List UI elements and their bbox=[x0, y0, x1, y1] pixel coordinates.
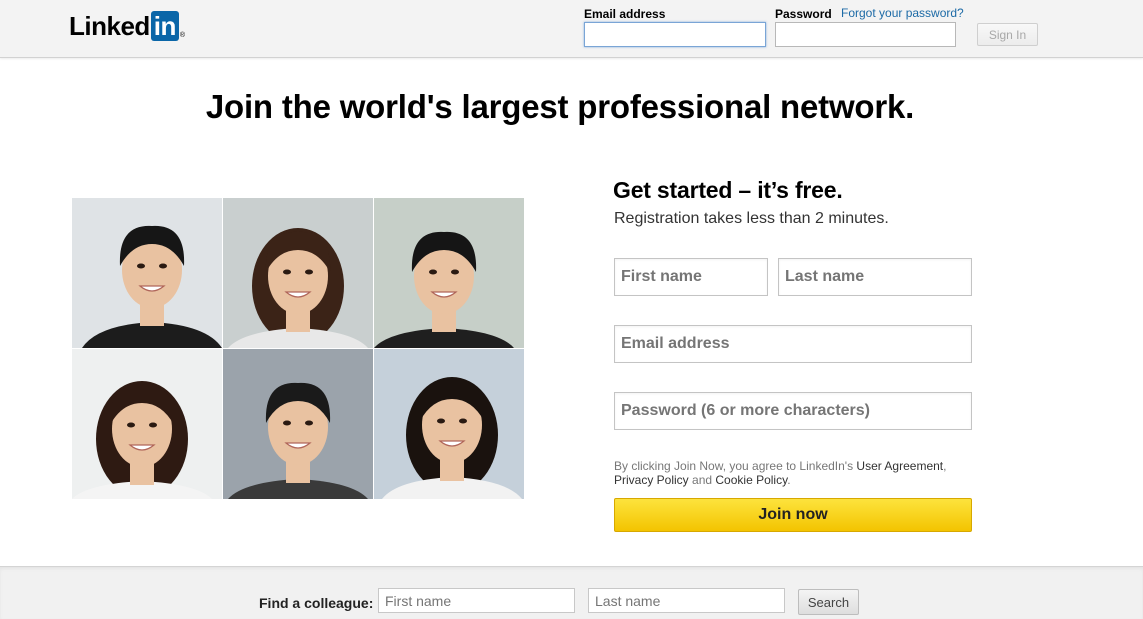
top-header-bar: Linked in ® Email address Password Forgo… bbox=[0, 0, 1143, 58]
photo-man-smiling-dark-shirt bbox=[72, 198, 222, 348]
terms-comma: , bbox=[943, 459, 947, 473]
page-headline: Join the world's largest professional ne… bbox=[205, 88, 915, 125]
colleague-first-name-input[interactable] bbox=[378, 588, 575, 613]
first-name-input[interactable] bbox=[614, 258, 768, 296]
logo-wordmark: Linked bbox=[69, 11, 150, 41]
last-name-input[interactable] bbox=[778, 258, 972, 296]
photo-young-man-scarf bbox=[223, 349, 373, 499]
terms-prefix: By clicking Join Now, you agree to Linke… bbox=[614, 459, 857, 473]
colleague-last-name-input[interactable] bbox=[588, 588, 785, 613]
colleague-search-button[interactable]: Search bbox=[798, 589, 859, 615]
email-input[interactable] bbox=[614, 325, 972, 363]
user-agreement-link[interactable]: User Agreement bbox=[856, 459, 943, 473]
registration-subtitle: Registration takes less than 2 minutes. bbox=[614, 210, 889, 227]
linkedin-logo[interactable]: Linked in ® bbox=[69, 11, 185, 41]
sign-in-button[interactable]: Sign In bbox=[977, 23, 1038, 46]
password-input[interactable] bbox=[614, 392, 972, 430]
header-password-label: Password bbox=[775, 7, 832, 21]
header-email-label: Email address bbox=[584, 7, 666, 21]
privacy-policy-link[interactable]: Privacy Policy bbox=[614, 473, 689, 487]
logo-registered-mark: ® bbox=[179, 32, 186, 39]
terms-notice: By clicking Join Now, you agree to Linke… bbox=[614, 459, 974, 487]
terms-and: and bbox=[688, 473, 716, 487]
join-now-button[interactable]: Join now bbox=[614, 498, 972, 532]
registration-title: Get started – it’s free. bbox=[613, 177, 843, 203]
logo-in-badge: in bbox=[150, 11, 179, 41]
header-password-input[interactable] bbox=[775, 22, 956, 47]
photo-woman-office-smiling bbox=[374, 349, 524, 499]
photo-woman-long-hair-smiling bbox=[72, 349, 222, 499]
header-email-input[interactable] bbox=[584, 22, 766, 47]
find-colleague-label: Find a colleague: bbox=[259, 595, 374, 611]
forgot-password-link[interactable]: Forgot your password? bbox=[841, 6, 964, 20]
photo-woman-bob-haircut bbox=[223, 198, 373, 348]
photo-man-suit-laughing bbox=[374, 198, 524, 348]
cookie-policy-link[interactable]: Cookie Policy bbox=[715, 473, 787, 487]
find-colleague-bar: Find a colleague: Search bbox=[0, 566, 1143, 619]
terms-period: . bbox=[787, 473, 791, 487]
member-photo-grid bbox=[72, 198, 524, 499]
